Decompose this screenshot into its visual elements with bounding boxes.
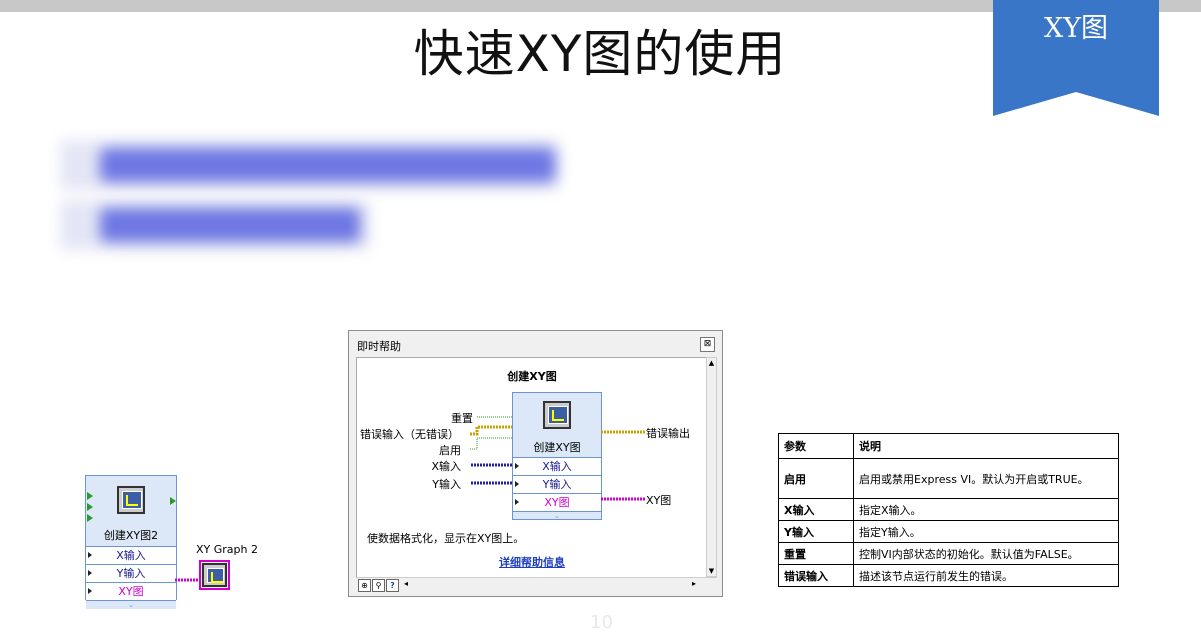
parameter-table: 参数 说明 启用 启用或禁用Express VI。默认为开启或TRUE。 X输入… — [778, 433, 1119, 587]
param-desc: 控制VI内部状态的初始化。默认值为FALSE。 — [853, 542, 1119, 565]
node-icon-area — [86, 476, 176, 525]
help-description: 使数据格式化，显示在XY图上。 — [367, 532, 525, 545]
vertical-scrollbar[interactable]: ▲ ▼ — [706, 357, 717, 577]
scroll-down-icon[interactable]: ▼ — [707, 566, 716, 576]
param-name: Y输入 — [778, 520, 854, 543]
expand-chevron-icon[interactable]: ⌄ — [86, 600, 176, 609]
param-desc: 指定X输入。 — [853, 498, 1119, 521]
param-desc: 启用或禁用Express VI。默认为开启或TRUE。 — [853, 458, 1119, 499]
terminal-label-y-input: Y输入 — [432, 478, 461, 491]
terminal-arrows-icon — [87, 492, 93, 522]
help-node-row-x-input: X输入 — [513, 457, 601, 475]
header-param: 参数 — [778, 433, 854, 459]
table-row: 错误输入 描述该节点运行前发生的错误。 — [778, 564, 1119, 587]
header-desc: 说明 — [853, 433, 1119, 459]
terminal-label-error-out: 错误输出 — [646, 427, 690, 440]
output-arrow-icon — [170, 497, 176, 505]
pin-icon[interactable]: ⚲ — [372, 579, 385, 592]
node-title: 创建XY图2 — [103, 529, 159, 542]
help-xy-graph-vi-icon — [543, 401, 571, 429]
table-row: X输入 指定X输入。 — [778, 498, 1119, 521]
page-number: 10 — [590, 612, 613, 633]
scroll-up-icon[interactable]: ▲ — [707, 358, 716, 368]
terminal-label-error-in: 错误输入（无错误） — [360, 428, 459, 441]
ribbon-label: XY图 — [1043, 13, 1109, 44]
help-window-title: 即时帮助 — [357, 340, 401, 353]
terminal-label-xy-graph-out: XY图 — [646, 494, 672, 507]
slide-title: 快速XY图的使用 — [413, 25, 787, 83]
help-node-row-y-input: Y输入 — [513, 475, 601, 493]
blurred-bullet-2-text — [100, 208, 360, 242]
node-row-y-input[interactable]: Y输入 — [86, 564, 176, 582]
param-desc: 指定Y输入。 — [853, 520, 1119, 543]
close-icon[interactable]: ⊠ — [700, 337, 715, 352]
terminal-label-enable: 启用 — [439, 444, 461, 457]
help-content-pane: 创建XY图 重置 错误输入（无错误） 启用 X输入 Y输入 创建XY图 X输入 … — [356, 357, 708, 579]
context-help-window[interactable]: 即时帮助 ⊠ 创建XY图 重置 错误输入（无错误） 启用 X输入 Y输入 创建X… — [348, 330, 723, 597]
question-icon[interactable]: ? — [386, 579, 399, 592]
xy-graph-terminal[interactable] — [199, 560, 230, 590]
node-row-xy-graph[interactable]: XY图 — [86, 582, 176, 600]
xy-graph-vi-icon — [117, 486, 145, 514]
detailed-help-link[interactable]: 详细帮助信息 — [357, 554, 707, 570]
table-header-row: 参数 说明 — [778, 433, 1119, 459]
blurred-bullet-1-text — [100, 148, 555, 182]
param-desc: 描述该节点运行前发生的错误。 — [853, 564, 1119, 587]
scroll-left-icon[interactable]: ◂ — [404, 579, 408, 588]
terminal-label-x-input: X输入 — [431, 460, 461, 473]
param-name: 重置 — [778, 542, 854, 565]
table-row: 启用 启用或禁用Express VI。默认为开启或TRUE。 — [778, 458, 1119, 499]
block-diagram-snippet: 创建XY图2 X输入 Y输入 XY图 ⌄ XY Graph 2 — [85, 475, 260, 609]
xy-graph-label: XY Graph 2 — [196, 543, 258, 556]
help-node-create-xy-graph: 创建XY图 X输入 Y输入 XY图 ⌄ — [512, 392, 602, 520]
node-row-x-input[interactable]: X输入 — [86, 546, 176, 564]
param-name: 启用 — [778, 458, 854, 499]
param-name: 错误输入 — [778, 564, 854, 587]
terminal-wires-left — [470, 416, 512, 485]
table-row: 重置 控制VI内部状态的初始化。默认值为FALSE。 — [778, 542, 1119, 565]
help-heading: 创建XY图 — [507, 370, 557, 383]
help-node-row-xy-graph: XY图 — [513, 493, 601, 511]
table-row: Y输入 指定Y输入。 — [778, 520, 1119, 543]
help-toolbar: ⊕ ⚲ ? ◂ ▸ — [356, 577, 717, 593]
terminal-wires-right — [601, 430, 645, 501]
help-expand-chevron-icon: ⌄ — [513, 511, 601, 520]
xy-graph-terminal-icon — [202, 563, 227, 587]
lock-icon[interactable]: ⊕ — [358, 579, 371, 592]
create-xy-graph-node[interactable]: 创建XY图2 X输入 Y输入 XY图 ⌄ — [85, 475, 177, 609]
help-node-icon-area — [513, 393, 601, 438]
help-node-title: 创建XY图 — [533, 441, 581, 454]
param-name: X输入 — [778, 498, 854, 521]
scroll-right-icon[interactable]: ▸ — [692, 579, 696, 588]
